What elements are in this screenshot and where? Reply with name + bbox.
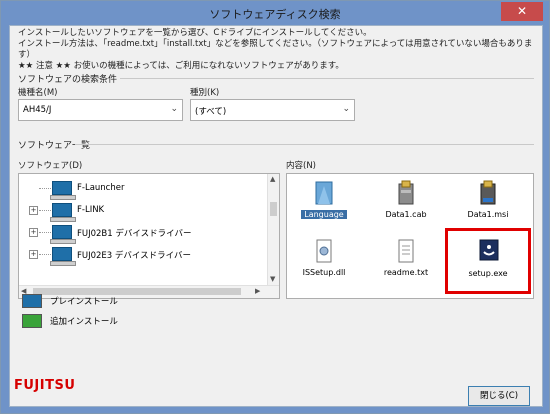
tree-connector (39, 254, 53, 255)
tree-item-f-link[interactable]: + F-LINK (19, 200, 259, 222)
software-disk-search-window: ソフトウェアディスク検索 ✕ インストールしたいソフトウェアを一覧から選び、Cド… (0, 0, 550, 414)
tree-horizontal-scroll-thumb[interactable] (33, 288, 241, 295)
tree-item-label: F-Launcher (77, 183, 125, 193)
content-file-list[interactable]: Language Data1.cab Data1.msi ISSetup.dll… (286, 173, 534, 299)
preinstall-pc-icon (50, 181, 76, 200)
search-criteria-divider (120, 78, 534, 79)
cab-icon (398, 180, 414, 205)
model-label: 機種名(M) (18, 88, 58, 98)
tree-item-label: F-LINK (77, 205, 105, 215)
fujitsu-logo: FUJITSU (14, 378, 76, 393)
msi-icon (480, 180, 496, 205)
window-close-button[interactable]: ✕ (501, 2, 543, 21)
file-name: ISSetup.dll (302, 268, 346, 277)
tree-vertical-scroll-thumb[interactable] (270, 202, 277, 216)
preinstall-pc-icon (50, 225, 76, 244)
type-select-value: (すべて) (195, 107, 227, 117)
tree-connector (39, 188, 53, 189)
file-item-data1-cab[interactable]: Data1.cab (371, 178, 441, 228)
tree-item-label: FUJ02E3 デバイスドライバー (77, 251, 191, 261)
tree-vertical-scrollbar[interactable]: ▲ ▼ (267, 174, 279, 286)
tree-item-fuj02e3-driver[interactable]: + FUJ02E3 デバイスドライバー (19, 244, 259, 266)
model-select-value: AH45/J (23, 105, 52, 115)
scroll-up-icon[interactable]: ▲ (270, 175, 275, 183)
tree-connector (39, 232, 53, 233)
legend-preinstall-label: プレインストール (50, 297, 118, 307)
intro-text: インストールしたいソフトウェアを一覧から選び、Cドライブにインストールしてくださ… (18, 28, 542, 72)
expand-icon[interactable]: + (29, 206, 38, 215)
content-label: 内容(N) (286, 161, 316, 171)
intro-line-1: インストールしたいソフトウェアを一覧から選び、Cドライブにインストールしてくださ… (18, 28, 372, 38)
type-select[interactable]: (すべて) ⌄ (190, 99, 355, 121)
intro-line-2: インストール方法は、「readme.txt」「install.txt」などを参照… (18, 39, 533, 60)
tree-connector (39, 210, 53, 211)
tree-item-f-launcher[interactable]: F-Launcher (19, 178, 259, 200)
additional-install-pc-icon (22, 314, 42, 328)
file-item-issetup-dll[interactable]: ISSetup.dll (289, 236, 359, 286)
file-name: Language (301, 210, 347, 219)
file-name: setup.exe (468, 269, 508, 278)
title-bar: ソフトウェアディスク検索 ✕ (1, 1, 549, 25)
file-name: Data1.msi (467, 210, 509, 219)
file-name: Data1.cab (385, 210, 427, 219)
software-list-divider (75, 144, 534, 145)
preinstall-pc-icon (50, 203, 76, 222)
dialog-body: インストールしたいソフトウェアを一覧から選び、Cドライブにインストールしてくださ… (9, 25, 543, 407)
search-criteria-group-label: ソフトウェアの検索条件 (18, 75, 118, 85)
tree-item-fuj02b1-driver[interactable]: + FUJ02B1 デバイスドライバー (19, 222, 259, 244)
chevron-down-icon: ⌄ (170, 104, 178, 114)
file-item-setup-exe[interactable]: setup.exe (445, 228, 531, 294)
scroll-right-icon[interactable]: ▶ (255, 287, 260, 295)
scroll-down-icon[interactable]: ▼ (270, 275, 275, 283)
expand-icon[interactable]: + (29, 228, 38, 237)
close-button[interactable]: 閉じる(C) (468, 386, 530, 406)
legend-additional-label: 追加インストール (50, 317, 118, 327)
software-tree[interactable]: F-Launcher + F-LINK + FUJ02B1 デバイスドライバー … (18, 173, 280, 299)
text-file-icon (398, 239, 414, 263)
preinstall-pc-icon (22, 294, 42, 308)
folder-icon (315, 181, 333, 205)
file-name: readme.txt (383, 268, 429, 277)
software-tree-label: ソフトウェア(D) (18, 161, 83, 171)
setup-exe-icon (479, 239, 499, 261)
type-label: 種別(K) (190, 88, 220, 98)
chevron-down-icon: ⌄ (342, 104, 350, 114)
model-select[interactable]: AH45/J ⌄ (18, 99, 183, 121)
file-item-language[interactable]: Language (289, 178, 359, 228)
intro-line-3: ★★ 注意 ★★ お使いの機種によっては、ご利用になれないソフトウェアがあります… (18, 61, 344, 71)
window-title: ソフトウェアディスク検索 (209, 8, 341, 21)
expand-icon[interactable]: + (29, 250, 38, 259)
file-item-data1-msi[interactable]: Data1.msi (453, 178, 523, 228)
tree-item-label: FUJ02B1 デバイスドライバー (77, 229, 192, 239)
file-item-readme-txt[interactable]: readme.txt (371, 236, 441, 286)
preinstall-pc-icon (50, 247, 76, 266)
dll-icon (316, 239, 332, 263)
